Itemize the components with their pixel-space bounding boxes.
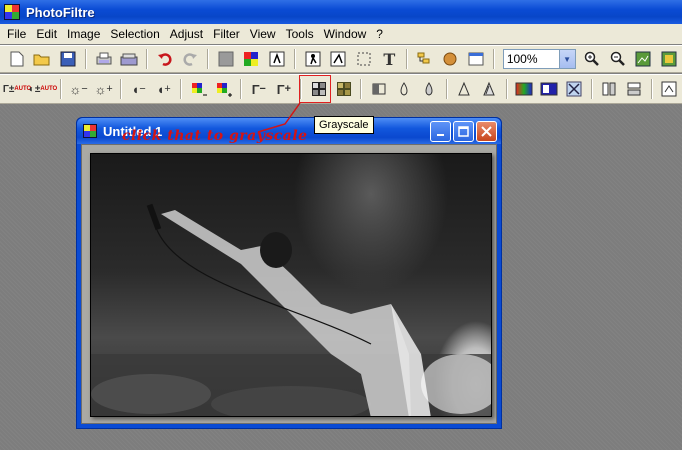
main-toolbar: T 100% ▼	[0, 45, 682, 73]
automation-icon[interactable]	[266, 48, 288, 70]
blur-icon[interactable]	[394, 78, 415, 100]
auto-contrast-button[interactable]: ◐± AUTO	[29, 78, 57, 100]
gamma-up-icon[interactable]: Γ +	[273, 78, 294, 100]
menu-image[interactable]: Image	[62, 27, 105, 41]
menu-filter[interactable]: Filter	[208, 27, 245, 41]
gamma-down-icon[interactable]: Γ −	[248, 78, 269, 100]
menu-file[interactable]: File	[2, 27, 31, 41]
plugin-icon[interactable]	[440, 48, 462, 70]
chevron-down-icon[interactable]: ▼	[558, 50, 575, 68]
window-icon[interactable]	[465, 48, 487, 70]
image-canvas-area	[81, 144, 497, 424]
scanner-icon[interactable]	[118, 48, 140, 70]
toolbar-separator	[293, 49, 296, 69]
menu-edit[interactable]: Edit	[31, 27, 62, 41]
grayscale-highlight-box	[299, 75, 331, 103]
brightness-up-icon[interactable]: ☼ +	[93, 78, 114, 100]
open-icon[interactable]	[32, 48, 54, 70]
filter-toolbar: Γ± AUTO ◐± AUTO ☼ − ☼ + ◖ − ◖ + Γ − Γ +	[0, 74, 682, 104]
blur-more-icon[interactable]	[419, 78, 440, 100]
menu-view[interactable]: View	[245, 27, 281, 41]
toolbar-separator	[505, 79, 508, 99]
toolbar-separator	[60, 79, 62, 99]
menu-tools[interactable]: Tools	[281, 27, 319, 41]
image-window-icon	[83, 124, 97, 138]
brightness-down-icon[interactable]: ☼ −	[68, 78, 89, 100]
toolbar-separator	[207, 49, 210, 69]
zoom-value: 100%	[506, 52, 538, 66]
app-title: PhotoFiltre	[26, 4, 95, 20]
toolbar-separator	[492, 49, 495, 69]
menu-help[interactable]: ?	[371, 27, 388, 41]
toolbar-separator	[406, 49, 409, 69]
zoom-out-icon[interactable]	[607, 48, 629, 70]
transparency-icon[interactable]	[215, 48, 237, 70]
contrast-up-icon[interactable]: ◖ +	[153, 78, 174, 100]
maximize-button[interactable]	[453, 121, 474, 142]
replace-color-icon[interactable]	[564, 78, 585, 100]
toolbar-separator	[590, 79, 593, 99]
new-icon[interactable]	[6, 48, 28, 70]
zoom-select[interactable]: 100% ▼	[502, 49, 576, 69]
toolbar-separator	[120, 79, 123, 99]
sharpen-icon[interactable]	[454, 78, 475, 100]
window-buttons	[430, 121, 497, 142]
image-window: Untitled 1	[76, 117, 502, 429]
toolbar-separator	[180, 79, 183, 99]
saturation-down-icon[interactable]	[188, 78, 209, 100]
redo-icon[interactable]	[179, 48, 201, 70]
sharpen-more-icon[interactable]	[479, 78, 500, 100]
close-button[interactable]	[476, 121, 497, 142]
minimize-button[interactable]	[430, 121, 451, 142]
explorer-icon[interactable]	[414, 48, 436, 70]
color-palette-icon[interactable]	[241, 48, 263, 70]
flip-horizontal-icon[interactable]	[599, 78, 620, 100]
color-balance-icon[interactable]	[539, 78, 560, 100]
undo-icon[interactable]	[154, 48, 176, 70]
toolbar-separator	[360, 79, 363, 99]
toolbar-separator	[84, 49, 87, 69]
selection-icon[interactable]	[327, 48, 349, 70]
grayscale-tooltip: Grayscale	[314, 116, 374, 134]
toolbar-separator	[240, 79, 243, 99]
saturation-up-icon[interactable]	[213, 78, 234, 100]
toolbar-separator	[445, 79, 448, 99]
fit-image-icon[interactable]	[633, 48, 655, 70]
rotate-icon[interactable]	[659, 78, 680, 100]
gradient-icon[interactable]	[514, 78, 535, 100]
app-title-bar: PhotoFiltre	[0, 0, 682, 24]
annotation-text: click that to grayscale	[122, 128, 308, 144]
menu-window[interactable]: Window	[319, 27, 372, 41]
print-icon[interactable]	[93, 48, 115, 70]
rect-selection-icon[interactable]	[353, 48, 375, 70]
menu-adjust[interactable]: Adjust	[165, 27, 208, 41]
actual-size-icon[interactable]	[658, 48, 680, 70]
photo-image[interactable]	[90, 153, 492, 417]
text-icon[interactable]: T	[379, 48, 401, 70]
contrast-down-icon[interactable]: ◖ −	[128, 78, 149, 100]
toolbar-separator	[650, 79, 653, 99]
photo-content	[91, 203, 491, 416]
save-icon[interactable]	[57, 48, 79, 70]
menu-selection[interactable]: Selection	[105, 27, 164, 41]
flip-vertical-icon[interactable]	[624, 78, 645, 100]
auto-levels-button[interactable]: Γ± AUTO	[3, 78, 31, 100]
menu-bar: File Edit Image Selection Adjust Filter …	[0, 24, 682, 44]
toolbar-separator	[145, 49, 148, 69]
zoom-in-icon[interactable]	[582, 48, 604, 70]
soften-icon[interactable]	[368, 78, 389, 100]
photofiltre-logo-icon	[4, 4, 20, 20]
batch-icon[interactable]	[302, 48, 324, 70]
sepia-icon[interactable]	[333, 78, 354, 100]
